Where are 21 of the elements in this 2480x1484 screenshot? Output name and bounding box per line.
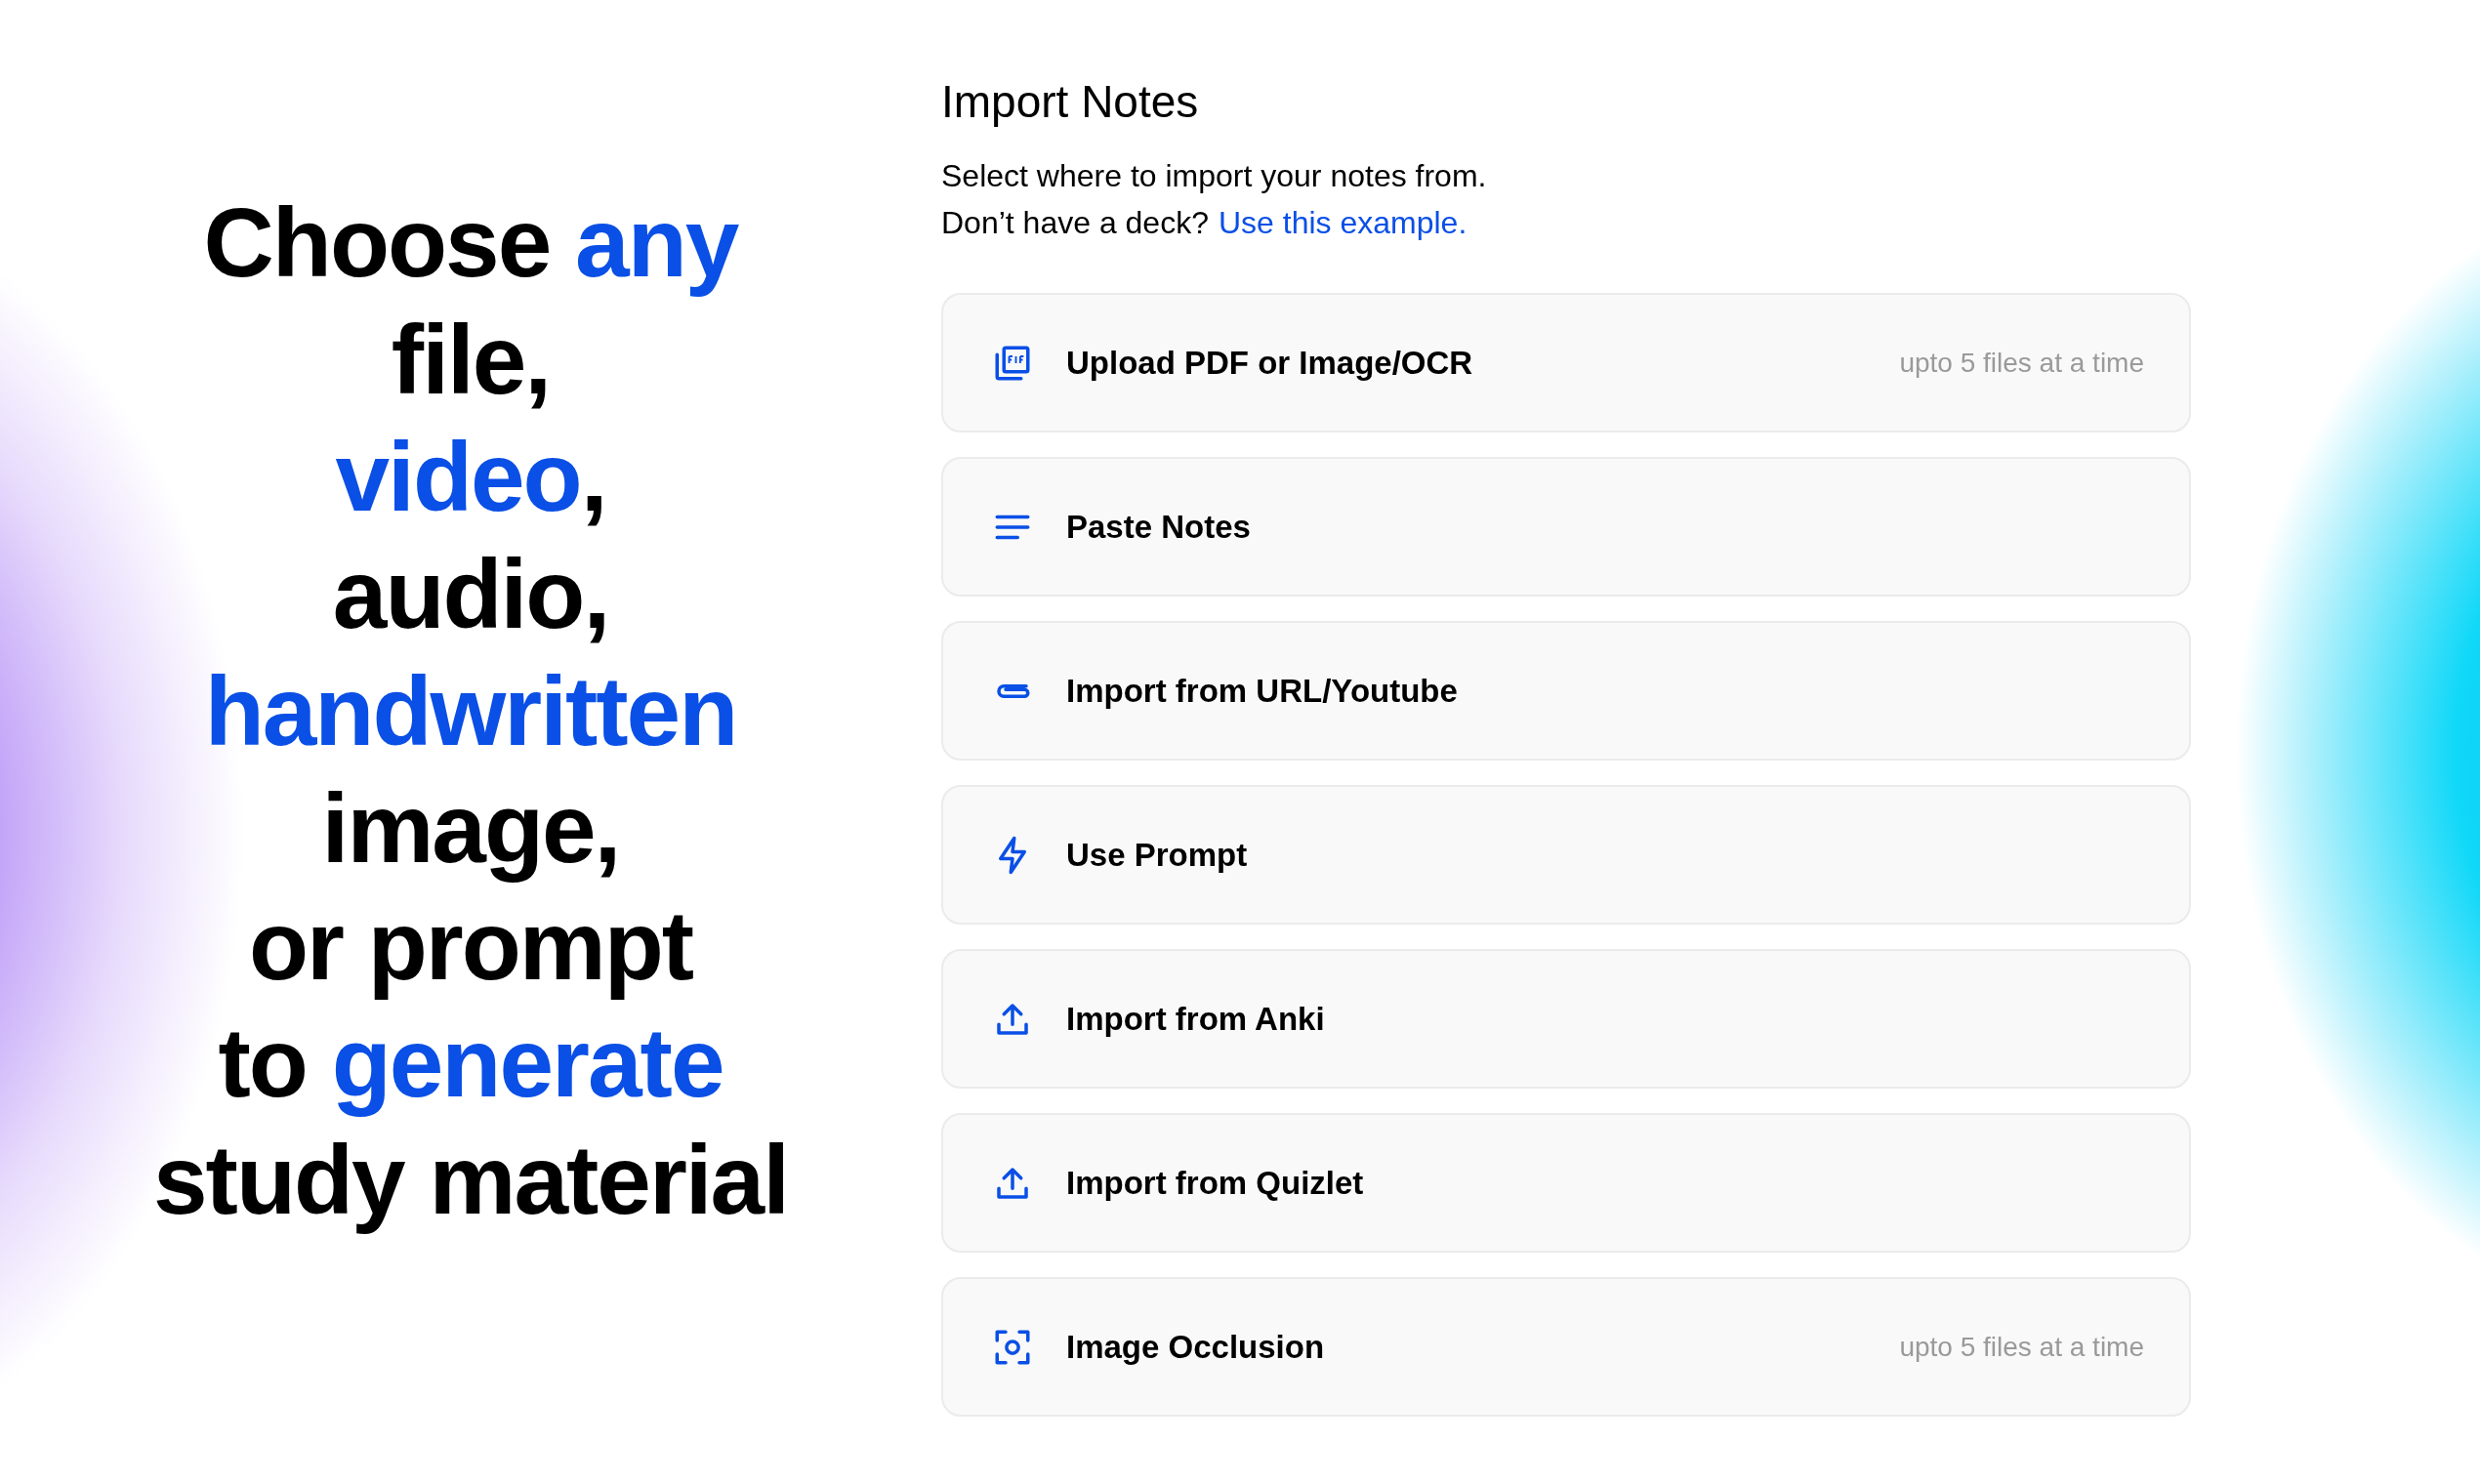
- option-label: Use Prompt: [1066, 835, 1248, 875]
- option-label: Import from URL/Youtube: [1066, 671, 1458, 711]
- example-link[interactable]: Use this example.: [1218, 199, 1467, 246]
- option-label: Paste Notes: [1066, 507, 1251, 547]
- panel-title: Import Notes: [941, 75, 1200, 129]
- deck-prompt: Don’t have a deck?: [941, 204, 1209, 242]
- headline: Choose any file, video, audio, handwritten image, or prompt to generate study material: [153, 186, 788, 1236]
- option-label: Upload PDF or Image/OCR: [1066, 343, 1473, 383]
- import-option[interactable]: Import from Quizlet: [941, 1113, 2191, 1253]
- option-label: Import from Quizlet: [1066, 1163, 1364, 1203]
- import-option[interactable]: Import from URL/Youtube: [941, 621, 2191, 761]
- import-option[interactable]: Upload PDF or Image/OCR upto 5 files at a time: [941, 293, 2191, 433]
- import-option[interactable]: Paste Notes: [941, 457, 2191, 597]
- panel-subtitle: Select where to import your notes from.: [941, 157, 1488, 195]
- import-option[interactable]: Use Prompt: [941, 785, 2191, 925]
- option-note: upto 5 files at a time: [1899, 1330, 2144, 1364]
- import-option[interactable]: Image Occlusion upto 5 files at a time: [941, 1277, 2191, 1417]
- import-option[interactable]: Import from Anki: [941, 949, 2191, 1089]
- option-note: upto 5 files at a time: [1899, 346, 2144, 380]
- option-label: Image Occlusion: [1066, 1327, 1325, 1367]
- option-label: Import from Anki: [1066, 999, 1325, 1039]
